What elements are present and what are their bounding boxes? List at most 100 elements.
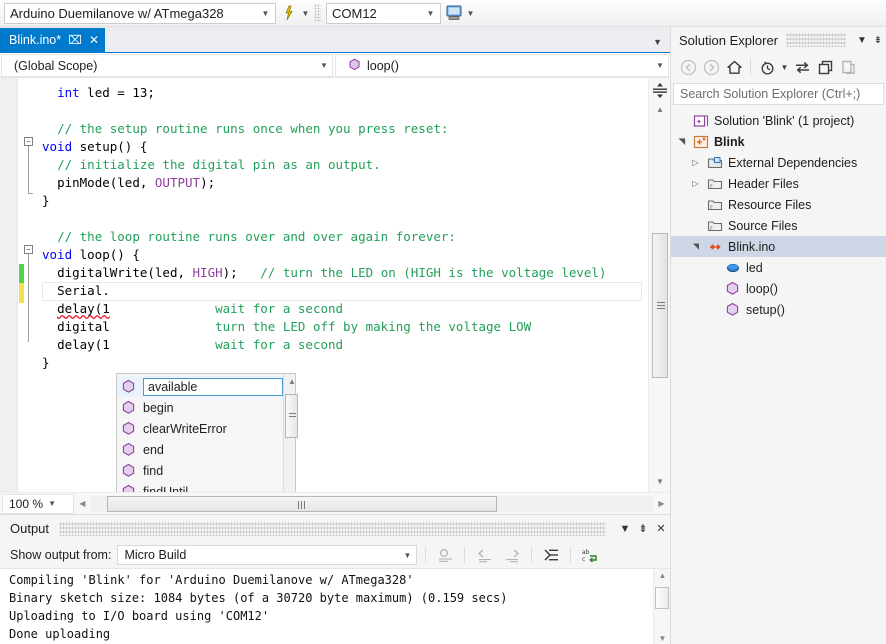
tab-overflow-chevron-down-icon[interactable]: ▼ xyxy=(653,37,670,52)
find-message-button[interactable] xyxy=(434,544,456,566)
tree-item-label: Blink xyxy=(714,135,745,149)
pin-icon[interactable]: ⇟ xyxy=(634,522,652,535)
fold-toggle-setup[interactable]: − xyxy=(24,137,33,146)
fold-toggle-loop[interactable]: − xyxy=(24,245,33,254)
tree-item-blink-ino[interactable]: ◢Blink.ino xyxy=(671,236,886,257)
clear-all-button[interactable] xyxy=(540,544,562,566)
tree-item-resource-files[interactable]: Resource Files xyxy=(671,194,886,215)
method-icon xyxy=(121,379,136,394)
search-input[interactable]: Search Solution Explorer (Ctrl+;) xyxy=(673,83,884,105)
horizontal-scroll-track[interactable] xyxy=(91,496,653,512)
sync-with-active-document-icon[interactable] xyxy=(791,56,813,78)
chevron-down-icon[interactable]: ▼ xyxy=(423,9,438,18)
scroll-left-arrow-icon[interactable]: ◀ xyxy=(74,499,91,508)
port-select[interactable]: COM12 ▼ xyxy=(326,3,441,24)
intellisense-item[interactable]: begin xyxy=(117,397,283,418)
home-icon[interactable] xyxy=(723,56,745,78)
tree-item-solution-blink-1-project[interactable]: ✦ Solution 'Blink' (1 project) xyxy=(671,110,886,131)
pending-changes-chevron-down-icon[interactable]: ▼ xyxy=(779,56,790,78)
scope-select[interactable]: (Global Scope) ▼ xyxy=(1,54,333,77)
intellisense-item[interactable]: end xyxy=(117,439,283,460)
chevron-down-icon[interactable]: ▼ xyxy=(43,499,61,508)
zoom-select[interactable]: 100 % ▼ xyxy=(2,494,74,514)
tree-item-source-files[interactable]: Source Files xyxy=(671,215,886,236)
method-icon xyxy=(121,400,136,415)
intellisense-item[interactable]: findUntil xyxy=(117,481,283,492)
intellisense-item-label: available xyxy=(143,378,283,396)
tree-item-led[interactable]: led xyxy=(671,257,886,278)
scroll-down-arrow-icon[interactable]: ▼ xyxy=(654,475,666,488)
intellisense-scroll-thumb[interactable] xyxy=(285,394,298,438)
board-select[interactable]: Arduino Duemilanove w/ ATmega328 ▼ xyxy=(4,3,276,24)
output-line: Done uploading xyxy=(9,625,650,643)
intellisense-item[interactable]: available xyxy=(117,376,283,397)
scroll-up-arrow-icon[interactable]: ▲ xyxy=(654,103,666,116)
expander-collapsed-icon[interactable]: ▷ xyxy=(689,179,702,188)
chevron-down-icon[interactable]: ▼ xyxy=(316,61,332,70)
serial-monitor-dropdown[interactable]: ▼ xyxy=(465,2,476,24)
code-editor[interactable]: − − int led = 13; // the setup routine r… xyxy=(0,78,670,492)
scroll-up-arrow-icon[interactable]: ▲ xyxy=(284,375,300,389)
tree-item-header-files[interactable]: ▷Header Files xyxy=(671,173,886,194)
intellisense-item[interactable]: clearWriteError xyxy=(117,418,283,439)
serial-monitor-button[interactable] xyxy=(443,2,465,24)
chevron-down-icon[interactable]: ▼ xyxy=(258,9,273,18)
intellisense-item[interactable]: find xyxy=(117,460,283,481)
indicator-margin xyxy=(0,78,18,492)
forward-arrow-icon[interactable] xyxy=(700,56,722,78)
tree-item-external-dependencies[interactable]: ▷External Dependencies xyxy=(671,152,886,173)
pane-menu-chevron-down-icon[interactable]: ▼ xyxy=(854,35,870,46)
expander-expanded-icon[interactable]: ◢ xyxy=(691,240,700,253)
scroll-right-arrow-icon[interactable]: ▶ xyxy=(653,499,670,508)
solution-explorer-title: Solution Explorer xyxy=(679,33,778,48)
code-line: // initialize the digital pin as an outp… xyxy=(42,156,648,174)
scroll-up-arrow-icon[interactable]: ▲ xyxy=(654,569,670,583)
scroll-split-handle-icon[interactable] xyxy=(651,80,669,100)
outlining-margin[interactable]: − − xyxy=(24,78,42,492)
pane-menu-chevron-down-icon[interactable]: ▼ xyxy=(616,523,634,535)
intellisense-scrollbar[interactable]: ▲ ▼ xyxy=(283,374,295,492)
go-to-next-message-button[interactable] xyxy=(501,544,523,566)
output-scroll-thumb[interactable] xyxy=(655,587,669,609)
member-select-value: loop() xyxy=(367,59,399,73)
tree-item-label: Source Files xyxy=(728,219,797,233)
tab-blink-ino[interactable]: Blink.ino* ⌧ ✕ xyxy=(0,28,105,52)
show-all-files-icon[interactable] xyxy=(814,56,836,78)
tree-item-loop[interactable]: loop() xyxy=(671,278,886,299)
pin-icon[interactable]: ⇟ xyxy=(870,35,886,46)
svg-text:✦: ✦ xyxy=(696,118,702,126)
editor-vertical-scrollbar[interactable]: ▲ ▼ xyxy=(648,78,670,492)
chevron-down-icon[interactable]: ▼ xyxy=(652,61,668,70)
scroll-down-arrow-icon[interactable]: ▼ xyxy=(654,632,670,644)
pin-icon[interactable]: ⌧ xyxy=(68,33,82,47)
toggle-word-wrap-button[interactable]: ab c xyxy=(579,544,601,566)
intellisense-list[interactable]: availablebeginclearWriteErrorendfindfind… xyxy=(117,374,283,492)
pending-changes-clock-icon[interactable] xyxy=(756,56,778,78)
expander-collapsed-icon[interactable]: ▷ xyxy=(689,158,702,167)
back-arrow-icon[interactable] xyxy=(677,56,699,78)
program-button[interactable] xyxy=(278,2,300,24)
tree-item-label: Solution 'Blink' (1 project) xyxy=(714,114,854,128)
search-placeholder: Search Solution Explorer (Ctrl+;) xyxy=(680,87,860,101)
properties-icon[interactable] xyxy=(837,56,859,78)
expander-expanded-icon[interactable]: ◢ xyxy=(677,135,686,148)
close-icon[interactable]: ✕ xyxy=(89,33,99,47)
output-source-select[interactable]: Micro Build ▼ xyxy=(117,545,417,565)
output-vertical-scrollbar[interactable]: ▲ ▼ xyxy=(653,569,670,644)
close-icon[interactable]: ✕ xyxy=(652,522,670,535)
solution-tree[interactable]: ✦ Solution 'Blink' (1 project) ◢ Blink ▷Exte… xyxy=(671,105,886,320)
member-select[interactable]: loop() ▼ xyxy=(335,54,669,77)
output-pane-header: Output ▼ ⇟ ✕ xyxy=(0,515,670,542)
vertical-scroll-thumb[interactable] xyxy=(652,233,668,378)
tree-item-blink[interactable]: ◢ Blink xyxy=(671,131,886,152)
program-dropdown[interactable]: ▼ xyxy=(300,2,311,24)
folder-dep-icon xyxy=(707,155,723,171)
go-to-previous-message-button[interactable] xyxy=(473,544,495,566)
intellisense-popup[interactable]: availablebeginclearWriteErrorendfindfind… xyxy=(116,373,296,492)
output-text-area[interactable]: Compiling 'Blink' for 'Arduino Duemilano… xyxy=(0,568,670,644)
tree-item-setup[interactable]: setup() xyxy=(671,299,886,320)
navigation-bar: (Global Scope) ▼ loop() ▼ xyxy=(0,53,670,78)
horizontal-scroll-thumb[interactable] xyxy=(107,496,497,512)
chevron-down-icon[interactable]: ▼ xyxy=(398,551,416,560)
code-text[interactable]: int led = 13; // the setup routine runs … xyxy=(42,84,648,372)
